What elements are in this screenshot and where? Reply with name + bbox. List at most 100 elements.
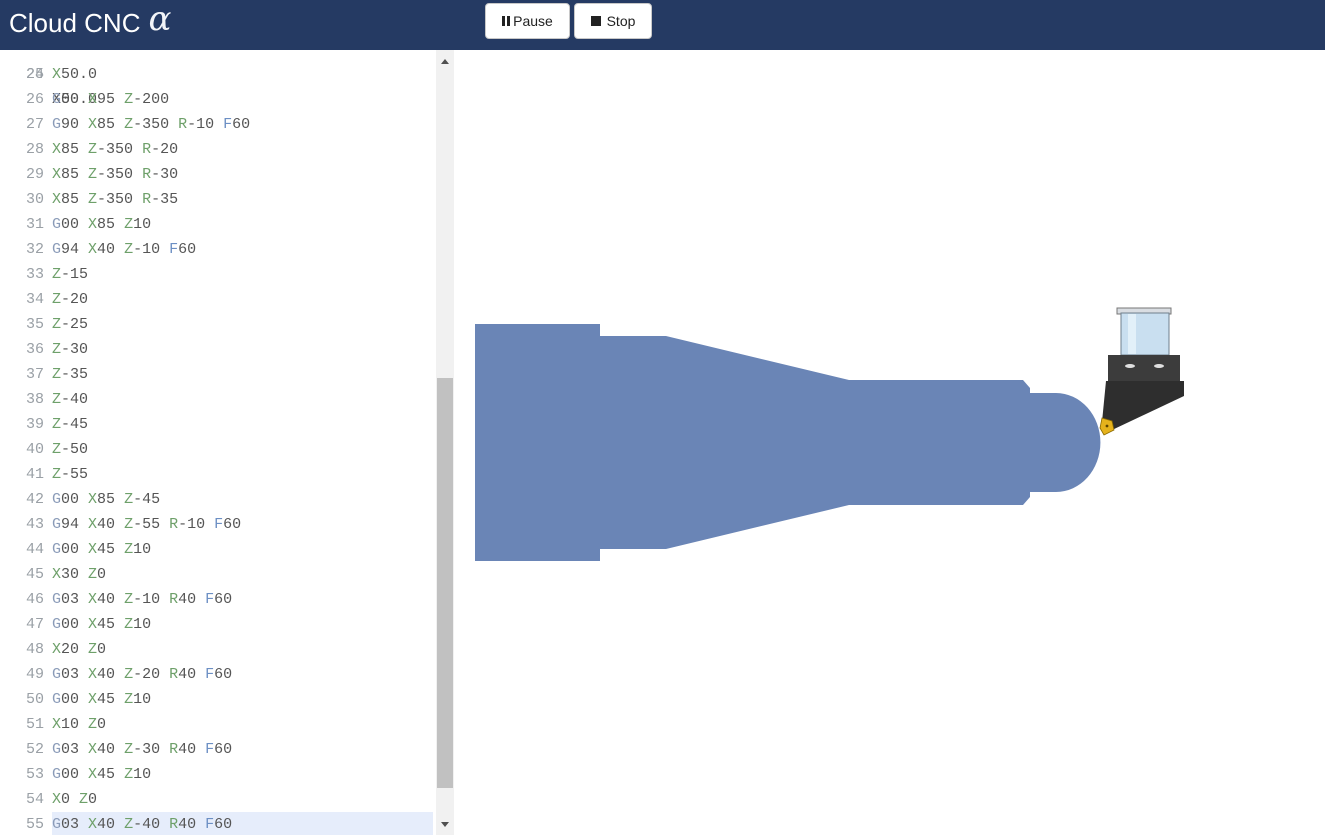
line-number: 39 [25, 416, 44, 433]
code-token: 45 [97, 541, 125, 558]
code-token: -30 [151, 166, 179, 183]
line-text: G94 X40 Z-55 R-10 F60 [52, 512, 433, 537]
code-line[interactable]: 45 X30 Z0 [0, 562, 433, 587]
code-token: X [52, 141, 62, 158]
code-line[interactable]: 41 Z-55 [0, 462, 433, 487]
code-token: -45 [133, 491, 161, 508]
code-line[interactable]: 55 G03 X40 Z-40 R40 F60 [0, 812, 433, 835]
code-token: 10 [133, 691, 152, 708]
code-token: 45 [97, 691, 125, 708]
code-token: 85 [97, 216, 125, 233]
code-line[interactable]: 47 G00 X45 Z10 [0, 612, 433, 637]
code-token: Z [88, 566, 98, 583]
line-number: 31 [25, 216, 44, 233]
workpiece [475, 324, 1101, 561]
code-token: 95 [97, 91, 125, 108]
code-token: G [52, 116, 62, 133]
code-token: Z [124, 216, 134, 233]
code-token: G [52, 491, 62, 508]
code-line[interactable]: 48 X20 Z0 [0, 637, 433, 662]
code-token: 40 [97, 666, 125, 683]
code-line[interactable]: 28 X85 Z-350 R-20 [0, 137, 433, 162]
line-text: X10 Z0 [52, 712, 433, 737]
code-token: Z [124, 741, 134, 758]
code-token: R [169, 816, 179, 833]
code-token: Z [52, 466, 62, 483]
code-token: -350 [97, 141, 143, 158]
code-token: X [88, 541, 98, 558]
code-line[interactable]: 46 G03 X40 Z-10 R40 F60 [0, 587, 433, 612]
code-token: F [223, 116, 233, 133]
gcode-editor[interactable]: 24 X50.0 25 X50.0 26 G00 X95 Z-200 27 G90 X85… [0, 50, 455, 835]
code-token: X [52, 191, 62, 208]
stop-button[interactable]: Stop [574, 3, 652, 39]
line-text: G00 X85 Z-45 [52, 487, 433, 512]
line-text: X30 Z0 [52, 562, 433, 587]
code-line[interactable]: 51 X10 Z0 [0, 712, 433, 737]
code-line[interactable]: 49 G03 X40 Z-20 R40 F60 [0, 662, 433, 687]
code-token: Z [52, 266, 62, 283]
code-token: 00 [61, 91, 89, 108]
line-number: 49 [25, 666, 44, 683]
code-line[interactable]: 27 G90 X85 Z-350 R-10 F60 [0, 112, 433, 137]
code-token: Z [124, 491, 134, 508]
code-line[interactable]: 44 G00 X45 Z10 [0, 537, 433, 562]
code-line[interactable]: 30 X85 Z-350 R-35 [0, 187, 433, 212]
code-line[interactable]: 25 X50.0 [0, 62, 433, 87]
code-token: Z [52, 291, 62, 308]
code-line[interactable]: 26 G00 X95 Z-200 [0, 87, 433, 112]
line-number: 45 [25, 566, 44, 583]
code-token: -20 [61, 291, 89, 308]
code-token: Z [52, 391, 62, 408]
code-line[interactable]: 42 G00 X85 Z-45 [0, 487, 433, 512]
code-line[interactable]: 35 Z-25 [0, 312, 433, 337]
code-line[interactable]: 39 Z-45 [0, 412, 433, 437]
code-token: F [205, 741, 215, 758]
scroll-down-arrow-icon[interactable] [436, 817, 454, 831]
code-line[interactable]: 50 G00 X45 Z10 [0, 687, 433, 712]
code-token: -200 [133, 91, 170, 108]
code-line[interactable]: 29 X85 Z-350 R-30 [0, 162, 433, 187]
scroll-up-arrow-icon[interactable] [436, 54, 454, 68]
code-line-partial[interactable]: 24 X50.0 [0, 50, 433, 108]
code-token: 0 [97, 716, 107, 733]
code-token: -55 [61, 466, 89, 483]
code-line[interactable]: 43 G94 X40 Z-55 R-10 F60 [0, 512, 433, 537]
line-text: G00 X95 Z-200 [52, 87, 433, 112]
editor-scrollbar[interactable] [436, 50, 454, 835]
code-line[interactable]: 38 Z-40 [0, 387, 433, 412]
code-line[interactable]: 40 Z-50 [0, 437, 433, 462]
line-number: 52 [25, 741, 44, 758]
line-text: G00 X45 Z10 [52, 762, 433, 787]
code-line[interactable]: 36 Z-30 [0, 337, 433, 362]
code-token: 40 [97, 516, 125, 533]
code-line[interactable]: 34 Z-20 [0, 287, 433, 312]
code-line[interactable]: 37 Z-35 [0, 362, 433, 387]
code-token: R [142, 141, 152, 158]
code-token: -40 [133, 816, 170, 833]
code-line[interactable]: 54 X0 Z0 [0, 787, 433, 812]
pause-button[interactable]: Pause [485, 3, 570, 39]
code-token: R [142, 166, 152, 183]
stop-icon [590, 16, 601, 26]
line-number: 50 [25, 691, 44, 708]
code-token: Z [52, 316, 62, 333]
line-number: 29 [25, 166, 44, 183]
line-number: 42 [25, 491, 44, 508]
line-text: G94 X40 Z-10 F60 [52, 237, 433, 262]
code-line[interactable]: 31 G00 X85 Z10 [0, 212, 433, 237]
code-token: G [52, 91, 62, 108]
code-token: 03 [61, 591, 89, 608]
code-token: Z [124, 616, 134, 633]
code-token: Z [124, 516, 134, 533]
code-line[interactable]: 52 G03 X40 Z-30 R40 F60 [0, 737, 433, 762]
code-token: 40 [97, 741, 125, 758]
code-line[interactable]: 32 G94 X40 Z-10 F60 [0, 237, 433, 262]
scrollbar-thumb[interactable] [437, 378, 453, 788]
code-token: G [52, 616, 62, 633]
code-token: 60 [214, 591, 233, 608]
workpiece-shape [475, 324, 1101, 561]
code-line[interactable]: 53 G00 X45 Z10 [0, 762, 433, 787]
code-line[interactable]: 33 Z-15 [0, 262, 433, 287]
line-number: 33 [25, 266, 44, 283]
